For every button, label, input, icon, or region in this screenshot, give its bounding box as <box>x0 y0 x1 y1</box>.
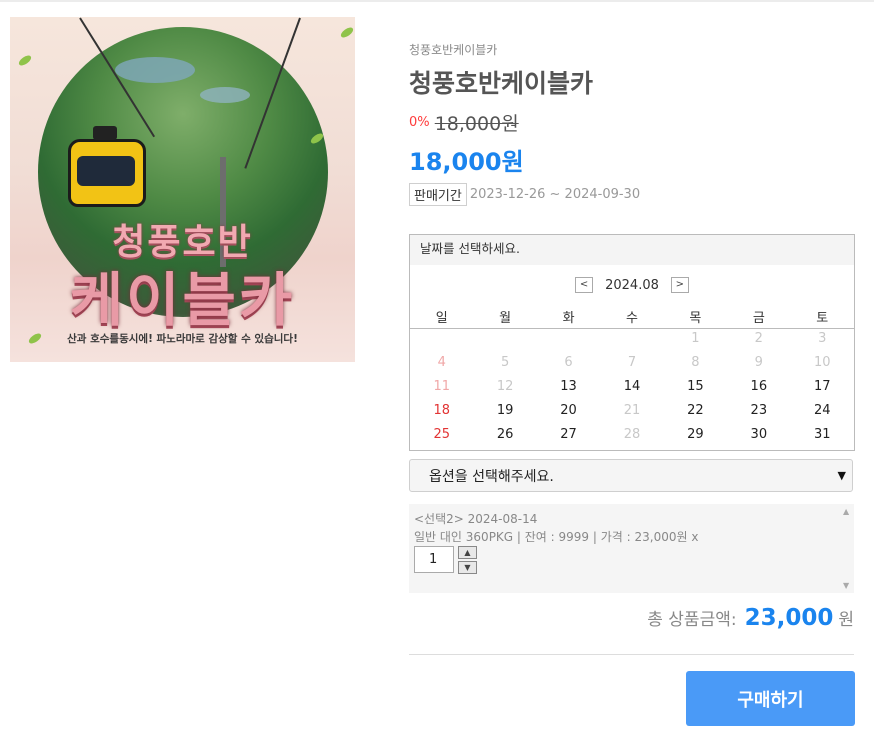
calendar-day: 9 <box>754 355 763 370</box>
total-label: 총 상품금액: <box>647 610 737 630</box>
leaf-decoration <box>339 25 355 40</box>
sale-period-label: 판매기간 <box>409 183 467 206</box>
image-caption: 산과 호수를동시에! 파노라마로 감상할 수 있습니다! <box>67 333 298 345</box>
brand-name: 청풍호반케이블카 <box>409 43 498 57</box>
option-select[interactable]: 옵션을 선택해주세요. ▼ <box>409 459 853 492</box>
calendar-day: 3 <box>818 331 827 346</box>
gondola-window <box>77 156 135 186</box>
calendar-week-row: 4 5 6 7 8 9 10 <box>410 355 854 370</box>
top-divider <box>0 0 874 2</box>
weekday-label: 일 <box>435 311 448 326</box>
original-price: 18,000원 <box>434 113 519 135</box>
calendar-week-row: 25 26 27 28 29 30 31 <box>410 427 854 442</box>
discount-rate: 0% <box>409 115 430 130</box>
calendar-day: 5 <box>500 355 510 370</box>
prev-month-button[interactable]: < <box>575 277 594 293</box>
calendar-day[interactable]: 13 <box>537 379 600 394</box>
lake-shape <box>115 57 195 83</box>
option-select-value: 옵션을 선택해주세요. <box>429 468 554 485</box>
calendar-day: 8 <box>691 355 700 370</box>
gondola-hanger <box>93 126 117 140</box>
calendar-day[interactable]: 14 <box>600 379 663 394</box>
calendar-day: 1 <box>691 331 700 346</box>
scroll-down-icon[interactable]: ▼ <box>843 581 849 590</box>
calendar-day[interactable]: 25 <box>410 427 473 442</box>
calendar-empty-cell <box>537 331 600 346</box>
sale-period-value: 2023-12-26 ~ 2024-09-30 <box>469 187 641 202</box>
calendar-day[interactable]: 30 <box>727 427 790 442</box>
quantity-up-button[interactable]: ▲ <box>458 546 477 559</box>
calendar-day: 2 <box>754 331 763 346</box>
calendar-day[interactable]: 20 <box>537 403 600 418</box>
calendar-day[interactable]: 24 <box>791 403 854 418</box>
calendar-week-row: 1 2 3 <box>410 331 854 346</box>
calendar-empty-cell <box>473 331 536 346</box>
selected-box-scrollbar[interactable]: ▲ ▼ <box>840 504 854 593</box>
calendar-day[interactable]: 18 <box>410 403 473 418</box>
selected-option-box: <선택2> 2024-08-14 일반 대인 360PKG | 잔여 : 999… <box>409 504 854 593</box>
calendar-day[interactable]: 23 <box>727 403 790 418</box>
chevron-down-icon: ▼ <box>837 469 846 482</box>
calendar-divider <box>410 328 854 329</box>
weekday-label: 화 <box>562 311 575 326</box>
discount-row: 0% 18,000원 <box>409 109 519 136</box>
calendar-day: 21 <box>623 403 641 418</box>
date-calendar: 날짜를 선택하세요. < 2024.08 > 일 월 화 수 목 금 토 123… <box>409 234 855 451</box>
calendar-day[interactable]: 29 <box>664 427 727 442</box>
calendar-day[interactable]: 16 <box>727 379 790 394</box>
calendar-day[interactable]: 27 <box>537 427 600 442</box>
weekday-label: 토 <box>816 311 829 326</box>
calendar-week-row: 11 12 13 14 15 16 17 <box>410 379 854 394</box>
product-image: 청풍호반 케이블카 산과 호수를동시에! 파노라마로 감상할 수 있습니다! <box>10 17 355 362</box>
calendar-day: 4 <box>437 355 446 370</box>
calendar-day: 10 <box>813 355 831 370</box>
calendar-day[interactable]: 31 <box>791 427 854 442</box>
sale-price: 18,000원 <box>409 148 524 176</box>
calendar-nav: < 2024.08 > <box>410 277 854 293</box>
image-title-line2: 케이블카 <box>69 266 296 334</box>
calendar-day[interactable]: 22 <box>664 403 727 418</box>
weekday-label: 금 <box>752 311 765 326</box>
calendar-header: 날짜를 선택하세요. <box>410 235 854 265</box>
weekday-label: 월 <box>499 311 512 326</box>
weekday-label: 수 <box>625 311 638 326</box>
gondola-graphic <box>68 126 146 207</box>
calendar-day: 7 <box>627 355 637 370</box>
calendar-day: 11 <box>433 379 450 394</box>
total-amount: 23,000 <box>744 605 834 631</box>
calendar-empty-cell <box>410 331 473 346</box>
total-price: 총 상품금액: 23,000 원 <box>647 605 854 631</box>
weekday-label: 목 <box>689 311 702 326</box>
quantity-down-button[interactable]: ▼ <box>458 561 477 574</box>
total-unit: 원 <box>838 610 854 630</box>
product-title: 청풍호반케이블카 <box>409 69 594 98</box>
next-month-button[interactable]: > <box>670 277 689 293</box>
leaf-decoration <box>17 53 33 68</box>
calendar-day[interactable]: 19 <box>473 403 536 418</box>
quantity-input[interactable]: 1 <box>414 546 454 573</box>
calendar-day[interactable]: 26 <box>473 427 536 442</box>
calendar-month: 2024.08 <box>605 277 659 293</box>
calendar-day: 12 <box>496 379 514 394</box>
weekday-row: 일 월 화 수 목 금 토 <box>410 307 854 326</box>
calendar-day: 6 <box>564 355 573 370</box>
calendar-day[interactable]: 17 <box>791 379 854 394</box>
calendar-day[interactable]: 15 <box>664 379 727 394</box>
sale-period: 판매기간 2023-12-26 ~ 2024-09-30 <box>409 183 640 206</box>
selected-option-detail: 일반 대인 360PKG | 잔여 : 9999 | 가격 : 23,000원 … <box>414 530 699 544</box>
calendar-day: 28 <box>623 427 641 442</box>
calendar-week-row: 18 19 20 21 22 23 24 <box>410 403 854 418</box>
lake-shape <box>200 87 250 103</box>
calendar-empty-cell <box>600 331 663 346</box>
divider <box>409 654 854 655</box>
buy-button[interactable]: 구매하기 <box>686 671 855 726</box>
selected-option-title: <선택2> 2024-08-14 <box>414 512 538 526</box>
scroll-up-icon[interactable]: ▲ <box>843 507 849 516</box>
